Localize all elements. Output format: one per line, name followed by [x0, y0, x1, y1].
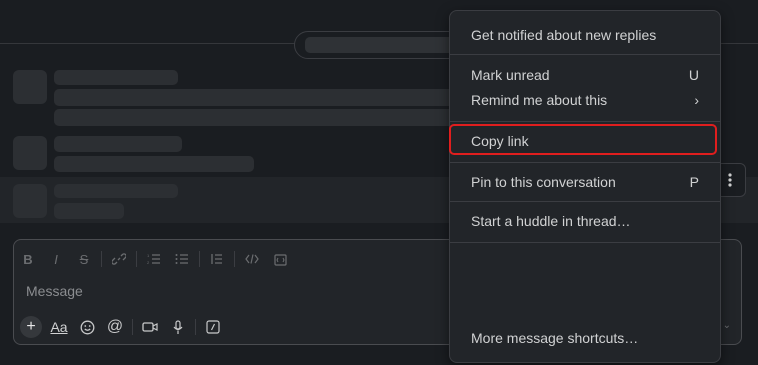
svg-text:2: 2 [147, 260, 150, 265]
menu-item-label: Pin to this conversation [471, 174, 616, 190]
slash-command-icon[interactable] [199, 316, 227, 338]
skeleton-line [54, 109, 454, 126]
link-icon[interactable] [105, 248, 133, 270]
menu-item-label: Mark unread [471, 67, 550, 83]
code-block-icon[interactable] [266, 248, 294, 270]
skeleton-line [54, 136, 182, 152]
italic-icon[interactable]: I [42, 248, 70, 270]
menu-separator [450, 162, 720, 163]
bold-icon[interactable]: B [14, 248, 42, 270]
skeleton-line [54, 70, 178, 85]
chevron-down-icon[interactable]: ⌄ [723, 320, 731, 331]
date-divider-pill[interactable] [294, 31, 466, 59]
svg-text:1: 1 [147, 253, 150, 258]
skeleton-line [54, 203, 124, 219]
skeleton [305, 37, 455, 53]
menu-item-mark-unread[interactable]: Mark unread U [450, 63, 720, 87]
strikethrough-icon[interactable]: S [70, 248, 98, 270]
shortcut-key: U [688, 67, 699, 83]
menu-item-more-shortcuts[interactable]: More message shortcuts… [450, 326, 720, 350]
avatar-skeleton [13, 70, 47, 104]
toolbar-separator [132, 319, 133, 335]
text-formatting-button[interactable]: Aa [45, 316, 73, 338]
skeleton-line [54, 156, 254, 172]
avatar-skeleton [13, 184, 47, 218]
shortcut-key: P [689, 174, 699, 190]
emoji-icon[interactable] [73, 316, 101, 338]
ordered-list-icon[interactable]: 12 [140, 248, 168, 270]
toolbar-separator [199, 251, 200, 267]
video-icon[interactable] [136, 316, 164, 338]
menu-item-pin[interactable]: Pin to this conversation P [450, 170, 720, 194]
composer-actions: + Aa @ [20, 316, 227, 338]
toolbar-separator [234, 251, 235, 267]
menu-separator [450, 242, 720, 243]
toolbar-separator [136, 251, 137, 267]
blockquote-icon[interactable] [203, 248, 231, 270]
menu-item-start-huddle[interactable]: Start a huddle in thread… [450, 209, 720, 233]
message-input[interactable]: Message [26, 283, 83, 299]
menu-item-remind-me[interactable]: Remind me about this › [450, 88, 720, 112]
menu-item-label: Remind me about this [471, 92, 608, 108]
menu-item-label: More message shortcuts… [471, 330, 639, 346]
plus-icon[interactable]: + [20, 316, 42, 338]
toolbar-separator [101, 251, 102, 267]
menu-item-label: Start a huddle in thread… [471, 213, 631, 229]
menu-item-label: Get notified about new replies [471, 27, 657, 43]
skeleton-line [54, 184, 178, 198]
code-icon[interactable] [238, 248, 266, 270]
menu-separator [450, 54, 720, 55]
microphone-icon[interactable] [164, 316, 192, 338]
menu-item-get-notified[interactable]: Get notified about new replies [450, 23, 720, 47]
toolbar-separator [195, 319, 196, 335]
menu-separator [450, 201, 720, 202]
skeleton-line [54, 89, 454, 106]
mention-icon[interactable]: @ [101, 316, 129, 338]
vertical-ellipsis-icon [727, 173, 732, 187]
formatting-toolbar: B I S 12 [14, 248, 294, 270]
copy-link-highlight [449, 124, 717, 155]
menu-separator [450, 121, 720, 122]
bulleted-list-icon[interactable] [168, 248, 196, 270]
avatar-skeleton [13, 136, 47, 170]
message-context-menu: Get notified about new replies Mark unre… [449, 10, 721, 363]
chevron-right-icon: › [694, 92, 699, 108]
